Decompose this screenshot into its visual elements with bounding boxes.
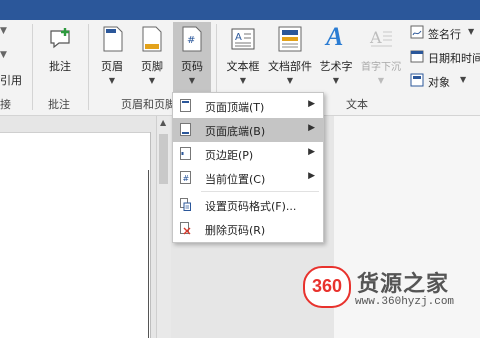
footer-label: 页脚 bbox=[141, 60, 163, 73]
chevron-down-icon: ▼ bbox=[148, 76, 156, 85]
chevron-down-icon: ▼ bbox=[460, 75, 467, 84]
textbox-icon: A bbox=[231, 28, 255, 50]
svg-text:#: # bbox=[183, 174, 190, 183]
divider bbox=[0, 132, 150, 133]
svg-text:A: A bbox=[369, 28, 382, 47]
footer-button[interactable]: 页脚 ▼ bbox=[134, 20, 170, 92]
chevron-right-icon: ▶ bbox=[308, 99, 315, 109]
textbox-label: 文本框 bbox=[226, 60, 260, 73]
watermark-logo-text: 360 bbox=[311, 276, 343, 296]
drop-cap-label: 首字下沉 bbox=[361, 62, 401, 73]
chevron-right-icon: ▶ bbox=[308, 171, 315, 181]
chevron-right-icon: ▶ bbox=[308, 123, 315, 133]
page-number-button[interactable]: # 页码 ▼ bbox=[173, 22, 211, 92]
edge-button[interactable]: ▼ ▼ 引用 bbox=[0, 20, 30, 90]
divider bbox=[32, 24, 33, 110]
header-label: 页眉 bbox=[101, 60, 123, 73]
menu-item-label: 页边距(P) bbox=[205, 149, 254, 162]
chevron-right-icon: ▶ bbox=[308, 147, 315, 157]
watermark-brand: 货源之家 bbox=[357, 272, 450, 297]
header-icon bbox=[103, 26, 123, 52]
group-label-edge: 接 bbox=[0, 98, 11, 111]
comment-button[interactable]: 批注 bbox=[40, 20, 80, 92]
group-label-header-footer: 页眉和页脚 bbox=[121, 98, 176, 111]
chevron-down-icon: ▼ bbox=[239, 76, 247, 85]
calendar-icon bbox=[410, 50, 424, 63]
textbox-button[interactable]: A 文本框 ▼ bbox=[222, 20, 264, 92]
comment-icon bbox=[50, 28, 70, 49]
menu-item-label: 当前位置(C) bbox=[205, 173, 266, 186]
menu-divider bbox=[201, 191, 319, 192]
page-number-icon: # bbox=[182, 26, 202, 52]
drop-cap-icon: A bbox=[369, 28, 392, 47]
date-time-label: 日期和时间 bbox=[428, 52, 480, 65]
menu-item-remove-page-numbers[interactable]: 删除页码(R) bbox=[173, 217, 323, 241]
menu-item-current-position[interactable]: # 当前位置(C) ▶ bbox=[173, 166, 323, 190]
page-number-label: 页码 bbox=[181, 60, 203, 73]
svg-text:A: A bbox=[235, 32, 242, 43]
remove-page-number-icon bbox=[180, 222, 191, 235]
header-button[interactable]: 页眉 ▼ bbox=[94, 20, 130, 92]
current-position-icon: # bbox=[180, 171, 191, 184]
chevron-down-icon: ▼ bbox=[468, 27, 475, 36]
comment-label: 批注 bbox=[49, 60, 71, 73]
wordart-button[interactable]: A 艺术字 ▼ bbox=[316, 20, 356, 92]
svg-text:#: # bbox=[187, 35, 195, 46]
wordart-icon: A bbox=[326, 22, 344, 51]
watermark: 360 货源之家 www.360hyzj.com bbox=[303, 266, 478, 322]
format-page-number-icon bbox=[180, 198, 191, 211]
divider bbox=[88, 24, 89, 110]
menu-item-label: 设置页码格式(F)... bbox=[205, 200, 297, 213]
margin-line bbox=[148, 170, 149, 338]
document-page[interactable] bbox=[0, 132, 151, 338]
vertical-scrollbar[interactable]: ▲ bbox=[156, 116, 171, 338]
quick-parts-label: 文档部件 bbox=[268, 60, 312, 73]
object-button[interactable]: 对象 ▼ bbox=[410, 72, 480, 90]
menu-item-top-of-page[interactable]: 页面顶端(T) ▶ bbox=[173, 94, 323, 118]
date-time-button[interactable]: 日期和时间 bbox=[410, 48, 480, 66]
chevron-down-icon: ▼ bbox=[0, 26, 7, 36]
menu-item-format-page-numbers[interactable]: 设置页码格式(F)... bbox=[173, 193, 323, 217]
signature-icon bbox=[410, 25, 424, 39]
page-number-menu: 页面顶端(T) ▶ 页面底端(B) ▶ 页边距(P) ▶ # 当前位置(C) ▶… bbox=[172, 92, 324, 243]
chevron-down-icon: ▼ bbox=[188, 76, 196, 85]
page-margins-icon bbox=[180, 147, 191, 160]
drop-cap-button[interactable]: A 首字下沉 ▼ bbox=[356, 20, 406, 92]
page-bottom-icon bbox=[180, 123, 191, 136]
chevron-down-icon: ▼ bbox=[286, 76, 294, 85]
page-top-icon bbox=[180, 99, 191, 112]
wordart-label: 艺术字 bbox=[319, 60, 353, 73]
title-bar bbox=[0, 0, 480, 20]
footer-icon bbox=[142, 26, 162, 52]
menu-item-bottom-of-page[interactable]: 页面底端(B) ▶ bbox=[173, 118, 323, 142]
signature-line-button[interactable]: 签名行 ▼ bbox=[410, 24, 480, 42]
quick-parts-button[interactable]: 文档部件 ▼ bbox=[266, 20, 314, 92]
chevron-down-icon: ▼ bbox=[377, 76, 385, 85]
scrollbar-thumb[interactable] bbox=[159, 134, 168, 184]
menu-item-label: 页面顶端(T) bbox=[205, 101, 265, 114]
watermark-url: www.360hyzj.com bbox=[355, 296, 455, 308]
group-label-text: 文本 bbox=[346, 98, 368, 111]
group-label-comments: 批注 bbox=[48, 98, 70, 111]
object-label: 对象 bbox=[428, 76, 450, 89]
object-icon bbox=[410, 73, 424, 87]
watermark-logo: 360 bbox=[303, 266, 351, 308]
menu-item-label: 删除页码(R) bbox=[205, 224, 266, 237]
scroll-up-icon[interactable]: ▲ bbox=[160, 118, 166, 127]
menu-item-page-margins[interactable]: 页边距(P) ▶ bbox=[173, 142, 323, 166]
chevron-down-icon: ▼ bbox=[0, 50, 7, 60]
chevron-down-icon: ▼ bbox=[108, 76, 116, 85]
chevron-down-icon: ▼ bbox=[332, 76, 340, 85]
edge-label: 引用 bbox=[0, 74, 22, 87]
quick-parts-icon bbox=[278, 26, 302, 52]
signature-label: 签名行 bbox=[428, 28, 461, 41]
menu-item-label: 页面底端(B) bbox=[205, 125, 266, 138]
